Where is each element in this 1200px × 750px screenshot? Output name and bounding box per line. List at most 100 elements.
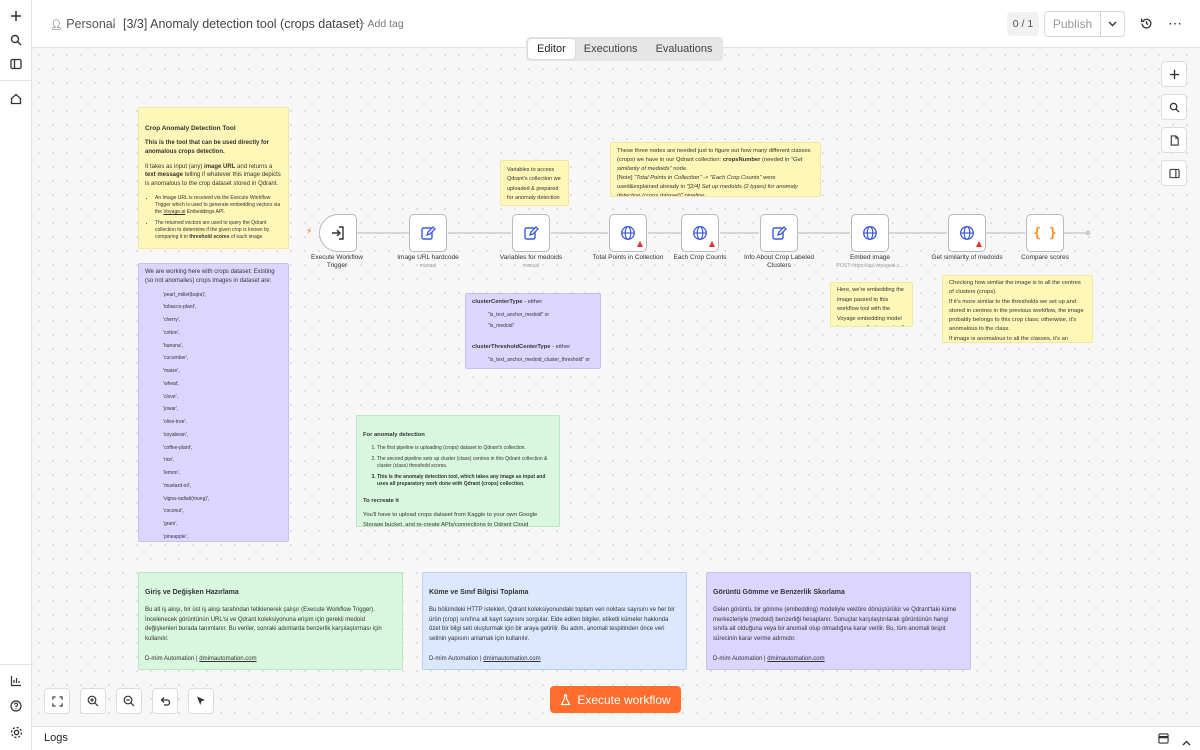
history-icon[interactable] (1140, 17, 1154, 31)
crop-list-item: 'jowar', (163, 406, 179, 413)
cursor-tool-button[interactable] (188, 688, 214, 714)
crop-list-item: 'lemon', (163, 470, 180, 477)
chevron-down-icon (1108, 21, 1117, 27)
node-label: Get similarity of medoids (931, 254, 1003, 261)
fullscreen-icon (51, 695, 63, 707)
breadcrumb-workspace[interactable]: 👤︎ Personal (50, 17, 116, 31)
node-label: Execute Workflow Trigger (311, 254, 363, 270)
logs-expand-icon[interactable] (1158, 733, 1169, 747)
version-counter: 0 / 1 (1007, 12, 1039, 36)
sticky-note-button[interactable] (1161, 127, 1187, 153)
note-anomaly-detection[interactable]: For anomaly detection The first pipeline… (356, 415, 560, 527)
note-crops-dataset[interactable]: We are working here with crops dataset: … (138, 263, 289, 542)
node-embed-image[interactable] (851, 214, 889, 252)
node-info-about-crop-labeled-clusters[interactable] (760, 214, 798, 252)
code-braces-icon: { } (1033, 225, 1057, 241)
breadcrumb-separator: / (112, 17, 116, 31)
publish-button[interactable]: Publish (1044, 11, 1101, 37)
zoom-out-icon (123, 695, 135, 707)
note-crop-anomaly-tool[interactable]: Crop Anomaly Detection Tool This is the … (138, 107, 289, 249)
tab-evaluations[interactable]: Evaluations (647, 39, 722, 59)
panel-toggle-icon[interactable] (8, 56, 24, 72)
crop-list-item: 'gram', (163, 521, 178, 528)
edit-pen-icon (772, 226, 787, 240)
note-similarity-check[interactable]: Checking how similar the image is to all… (942, 275, 1093, 343)
side-panel-button[interactable] (1161, 160, 1187, 186)
globe-icon (960, 226, 974, 240)
undo-icon (160, 697, 171, 706)
add-node-button[interactable] (1161, 61, 1187, 87)
crop-list: 'pearl_millet(bajra)', 'tobacco-plant', 'c… (145, 291, 282, 541)
more-options-icon[interactable]: ⋯ (1168, 15, 1182, 32)
globe-icon (693, 226, 707, 240)
crop-list-item: 'coconut', (163, 508, 184, 515)
sign-in-icon (332, 226, 344, 240)
crop-list-item: 'cherry', (163, 317, 181, 324)
note-variables[interactable]: Variables to access Qdrant's collection … (500, 160, 569, 206)
search-nodes-button[interactable] (1161, 94, 1187, 120)
edit-pen-icon (524, 226, 539, 240)
crop-list-item: 'cucumber', (163, 355, 189, 362)
settings-gear-icon[interactable] (8, 724, 24, 740)
node-label: Embed image (849, 254, 891, 261)
note-three-nodes[interactable]: These three nodes are needed just to fig… (610, 142, 821, 197)
crop-list-item: 'rice', (163, 457, 175, 464)
node-label: Each Crop Counts (673, 254, 727, 261)
node-sublabel: manual (419, 263, 437, 269)
edit-pen-icon (421, 226, 436, 240)
note-tr-cluster-info[interactable]: Küme ve Sınıf Bilgisi Toplama Bu bölümde… (422, 572, 687, 670)
logs-title: Logs (44, 732, 68, 744)
node-sublabel: manual (522, 263, 540, 269)
flask-icon (560, 693, 571, 705)
warning-icon (976, 241, 982, 247)
document-icon (1170, 134, 1179, 146)
add-tag-link[interactable]: + Add tag (359, 18, 404, 30)
node-variables-for-medoids[interactable] (512, 214, 550, 252)
node-execute-workflow-trigger[interactable] (319, 214, 357, 252)
publish-dropdown-button[interactable] (1100, 11, 1125, 37)
crop-list-item: 'clove', (163, 393, 178, 400)
home-icon[interactable] (8, 91, 24, 107)
node-sublabel: POST: https://api.voyageai.c... (836, 263, 904, 269)
crop-list-item: 'maize', (163, 368, 180, 375)
warning-icon (709, 241, 715, 247)
plus-icon (1169, 69, 1179, 79)
node-image-url-hardcode[interactable] (409, 214, 447, 252)
globe-icon (621, 226, 635, 240)
globe-icon (863, 226, 877, 240)
user-icon: 👤︎ (50, 20, 63, 31)
crop-list-item: 'coffee-plant', (163, 444, 193, 451)
crop-list-item: 'cotton', (163, 329, 180, 336)
search-icon (1169, 102, 1180, 113)
node-label: Info About Crop Labeled Clusters (743, 254, 815, 270)
insights-icon[interactable] (8, 673, 24, 689)
fit-view-button[interactable] (44, 688, 70, 714)
panel-icon (1168, 168, 1180, 178)
crop-list-item: 'tobacco-plant', (163, 304, 197, 311)
trigger-bolt-icon: ⚡︎ (306, 226, 313, 236)
zoom-in-button[interactable] (80, 688, 106, 714)
note-tr-embedding-scoring[interactable]: Görüntü Gömme ve Benzerlik Skorlama Gele… (706, 572, 971, 670)
search-icon[interactable] (8, 32, 24, 48)
tab-editor[interactable]: Editor (528, 39, 575, 59)
note-embedding[interactable]: Here, we're embedding the image passed t… (830, 282, 913, 327)
note-cluster-types[interactable]: clusterCenterType - either "is_text_anch… (465, 293, 601, 369)
crop-list-item: 'vigna-radiati(mung)', (163, 495, 210, 502)
cursor-icon (197, 696, 205, 705)
execute-workflow-button[interactable]: Execute workflow (550, 686, 681, 713)
tab-executions[interactable]: Executions (575, 39, 647, 59)
node-compare-scores[interactable]: { } (1026, 214, 1064, 252)
logs-chevron-up-icon[interactable] (1182, 735, 1191, 749)
undo-button[interactable] (152, 688, 178, 714)
zoom-out-button[interactable] (116, 688, 142, 714)
workflow-title[interactable]: [3/3] Anomaly detection tool (crops data… (123, 17, 363, 31)
note-tr-input-variables[interactable]: Giriş ve Değişken Hazırlama Bu alt iş ak… (138, 572, 403, 670)
crop-list-item: 'pineapple', (163, 533, 188, 540)
crop-list-item: 'pearl_millet(bajra)', (163, 291, 207, 298)
plus-icon[interactable] (8, 8, 24, 24)
warning-icon (637, 241, 643, 247)
logs-bar[interactable]: Logs (32, 726, 1200, 750)
crop-list-item: 'soyabean', (163, 431, 188, 438)
help-icon[interactable] (8, 698, 24, 714)
crop-list-item: 'wheat', (163, 380, 180, 387)
